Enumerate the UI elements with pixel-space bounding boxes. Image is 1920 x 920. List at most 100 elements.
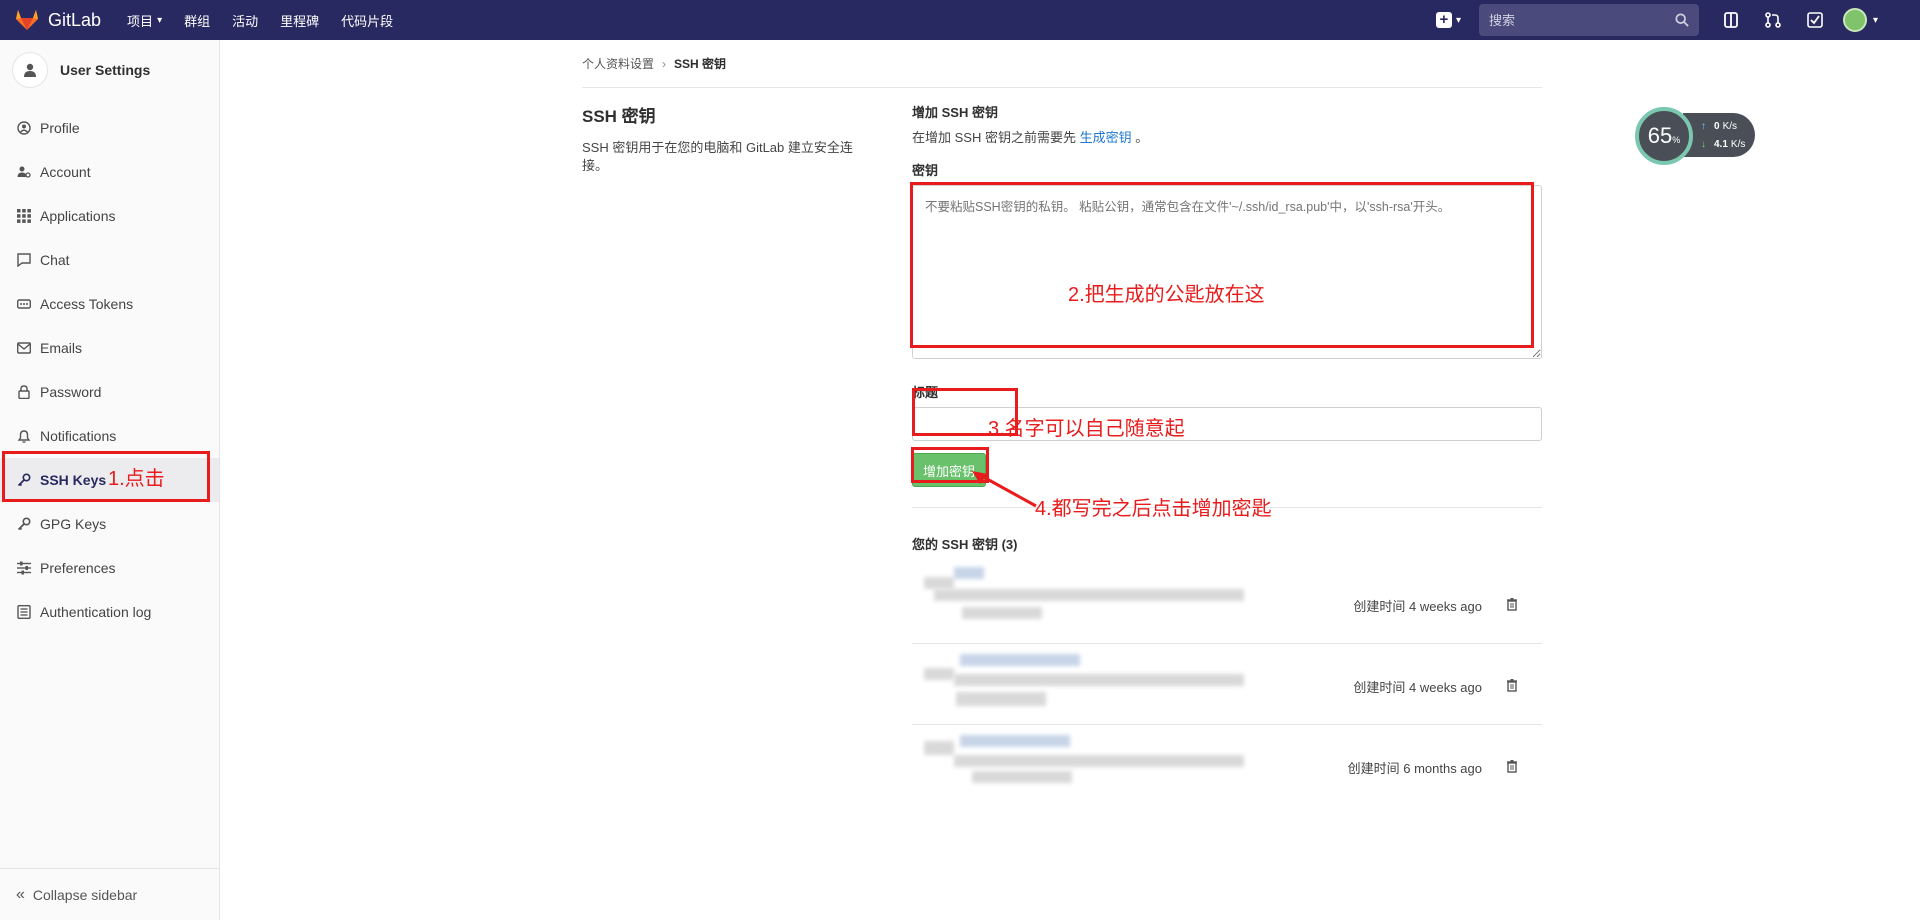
annotation-step-3: 3.名字可以自己随意起 <box>988 418 1185 440</box>
sidebar-item-password[interactable]: Password <box>0 370 219 414</box>
search-input[interactable] <box>1488 12 1659 28</box>
trash-icon[interactable] <box>1504 677 1520 693</box>
upload-arrow-icon: ↑ <box>1701 120 1706 132</box>
sidebar-item-label: GPG Keys <box>40 516 107 532</box>
trash-icon[interactable] <box>1504 758 1520 774</box>
sidebar-item-profile[interactable]: Profile <box>0 106 219 150</box>
merge-request-icon <box>1765 12 1781 28</box>
nav-activity-label: 活动 <box>232 13 259 29</box>
annotation-step-2: 2.把生成的公匙放在这 <box>1068 284 1265 306</box>
annotation-arrow-icon <box>972 471 1037 508</box>
log-icon <box>16 604 32 620</box>
merge-requests-button[interactable] <box>1759 6 1787 34</box>
redacted-content <box>960 735 1070 747</box>
sidebar-item-label: Applications <box>40 208 116 224</box>
redacted-content <box>924 668 954 680</box>
nav-snippets[interactable]: 代码片段 <box>341 11 393 30</box>
list-item[interactable]: 创建时间 6 months ago <box>912 725 1542 806</box>
sidebar-item-emails[interactable]: Emails <box>0 326 219 370</box>
user-avatar-icon <box>12 52 48 88</box>
sidebar-item-label: Chat <box>40 252 70 268</box>
sidebar-item-preferences[interactable]: Preferences <box>0 546 219 590</box>
gitlab-logo[interactable]: GitLab <box>14 7 101 33</box>
person-icon <box>24 63 36 77</box>
key-icon <box>16 516 32 532</box>
nav-projects[interactable]: 项目 ▾ <box>127 11 162 30</box>
redacted-content <box>924 577 954 589</box>
add-key-heading: 增加 SSH 密钥 <box>912 105 998 120</box>
annotation-box-key <box>910 182 1534 348</box>
sidebar-list: Profile Account Applications Chat Access… <box>0 106 219 634</box>
breadcrumb: 个人资料设置 › SSH 密钥 <box>582 40 1542 88</box>
generate-key-link[interactable]: 生成密钥 <box>1080 130 1132 145</box>
list-item[interactable]: 创建时间 4 weeks ago <box>912 563 1542 644</box>
keys-list: 创建时间 4 weeks ago 创建时间 4 weeks ago 创建时间 6… <box>912 563 1542 806</box>
sidebar-item-gpg-keys[interactable]: GPG Keys <box>0 502 219 546</box>
breadcrumb-parent[interactable]: 个人资料设置 <box>582 55 654 72</box>
redacted-content <box>934 589 1244 601</box>
sidebar-item-label: Access Tokens <box>40 296 134 312</box>
profile-icon <box>16 120 32 136</box>
double-chevron-left-icon: « <box>16 885 25 903</box>
sidebar-item-applications[interactable]: Applications <box>0 194 219 238</box>
redacted-content <box>924 741 954 755</box>
annotation-box-ssh-keys <box>2 451 210 502</box>
new-dropdown-button[interactable]: + ▾ <box>1435 12 1461 28</box>
sidebar-item-authentication-log[interactable]: Authentication log <box>0 590 219 634</box>
sidebar-header[interactable]: User Settings <box>0 40 219 100</box>
redacted-content <box>954 755 1244 767</box>
upload-speed: 0 <box>1714 120 1720 132</box>
redacted-content <box>960 654 1080 666</box>
section-intro: SSH 密钥 SSH 密钥用于在您的电脑和 GitLab 建立安全连接。 <box>582 102 872 175</box>
percent-unit: % <box>1672 135 1681 145</box>
nav-groups[interactable]: 群组 <box>184 11 210 30</box>
network-speed-widget[interactable]: ↑ 0 K/s ↓ 4.1 K/s 65% <box>1635 107 1757 165</box>
section-description: SSH 密钥用于在您的电脑和 GitLab 建立安全连接。 <box>582 140 853 173</box>
generate-key-hint: 在增加 SSH 密钥之前需要先 生成密钥 。 <box>912 127 1542 146</box>
redacted-content <box>954 567 984 579</box>
nav-milestones-label: 里程碑 <box>280 13 320 29</box>
preferences-icon <box>16 560 32 576</box>
collapse-sidebar-label: Collapse sidebar <box>32 886 138 903</box>
search-icon <box>1675 13 1689 27</box>
gitlab-fox-icon <box>16 10 38 30</box>
applications-icon <box>16 208 32 224</box>
download-unit: K/s <box>1730 138 1746 150</box>
issues-icon <box>1724 12 1738 28</box>
sidebar-item-access-tokens[interactable]: Access Tokens <box>0 282 219 326</box>
collapse-sidebar-button[interactable]: « Collapse sidebar <box>0 868 219 920</box>
redacted-content <box>972 771 1072 783</box>
issues-button[interactable] <box>1717 6 1745 34</box>
key-created-time: 创建时间 4 weeks ago <box>1353 599 1482 614</box>
nav-groups-label: 群组 <box>184 13 211 29</box>
hint-suffix: 。 <box>1135 130 1149 145</box>
redacted-content <box>956 692 1046 706</box>
bell-icon <box>16 428 32 444</box>
user-menu-button[interactable]: ▾ <box>1842 8 1878 32</box>
todos-button[interactable] <box>1801 6 1829 34</box>
todo-check-icon <box>1807 12 1823 28</box>
sidebar-item-label: Emails <box>40 340 83 356</box>
sidebar-item-account[interactable]: Account <box>0 150 219 194</box>
sidebar-item-label: Account <box>40 164 91 180</box>
nav-activity[interactable]: 活动 <box>232 11 258 30</box>
key-created-time: 创建时间 4 weeks ago <box>1353 680 1482 695</box>
sidebar-item-label: Password <box>40 384 102 400</box>
trash-icon[interactable] <box>1504 596 1520 612</box>
upload-unit: K/s <box>1722 120 1738 132</box>
sidebar-item-chat[interactable]: Chat <box>0 238 219 282</box>
top-navbar: GitLab 项目 ▾ 群组 活动 里程碑 代码片段 + ▾ 搜索 ▾ <box>0 0 1920 40</box>
redacted-content <box>962 607 1042 619</box>
download-speed: 4.1 <box>1714 138 1728 150</box>
search-box[interactable] <box>1478 4 1699 36</box>
memory-percent: 65 <box>1647 123 1673 148</box>
email-icon <box>16 340 32 356</box>
redacted-content <box>954 674 1244 686</box>
list-item[interactable]: 创建时间 4 weeks ago <box>912 644 1542 725</box>
sidebar-item-label: Notifications <box>40 428 117 444</box>
nav-milestones[interactable]: 里程碑 <box>280 11 319 30</box>
chevron-down-icon: ▾ <box>1872 14 1878 26</box>
chevron-right-icon: › <box>662 56 667 71</box>
access-tokens-icon <box>16 296 32 312</box>
breadcrumb-current[interactable]: SSH 密钥 <box>674 55 726 72</box>
